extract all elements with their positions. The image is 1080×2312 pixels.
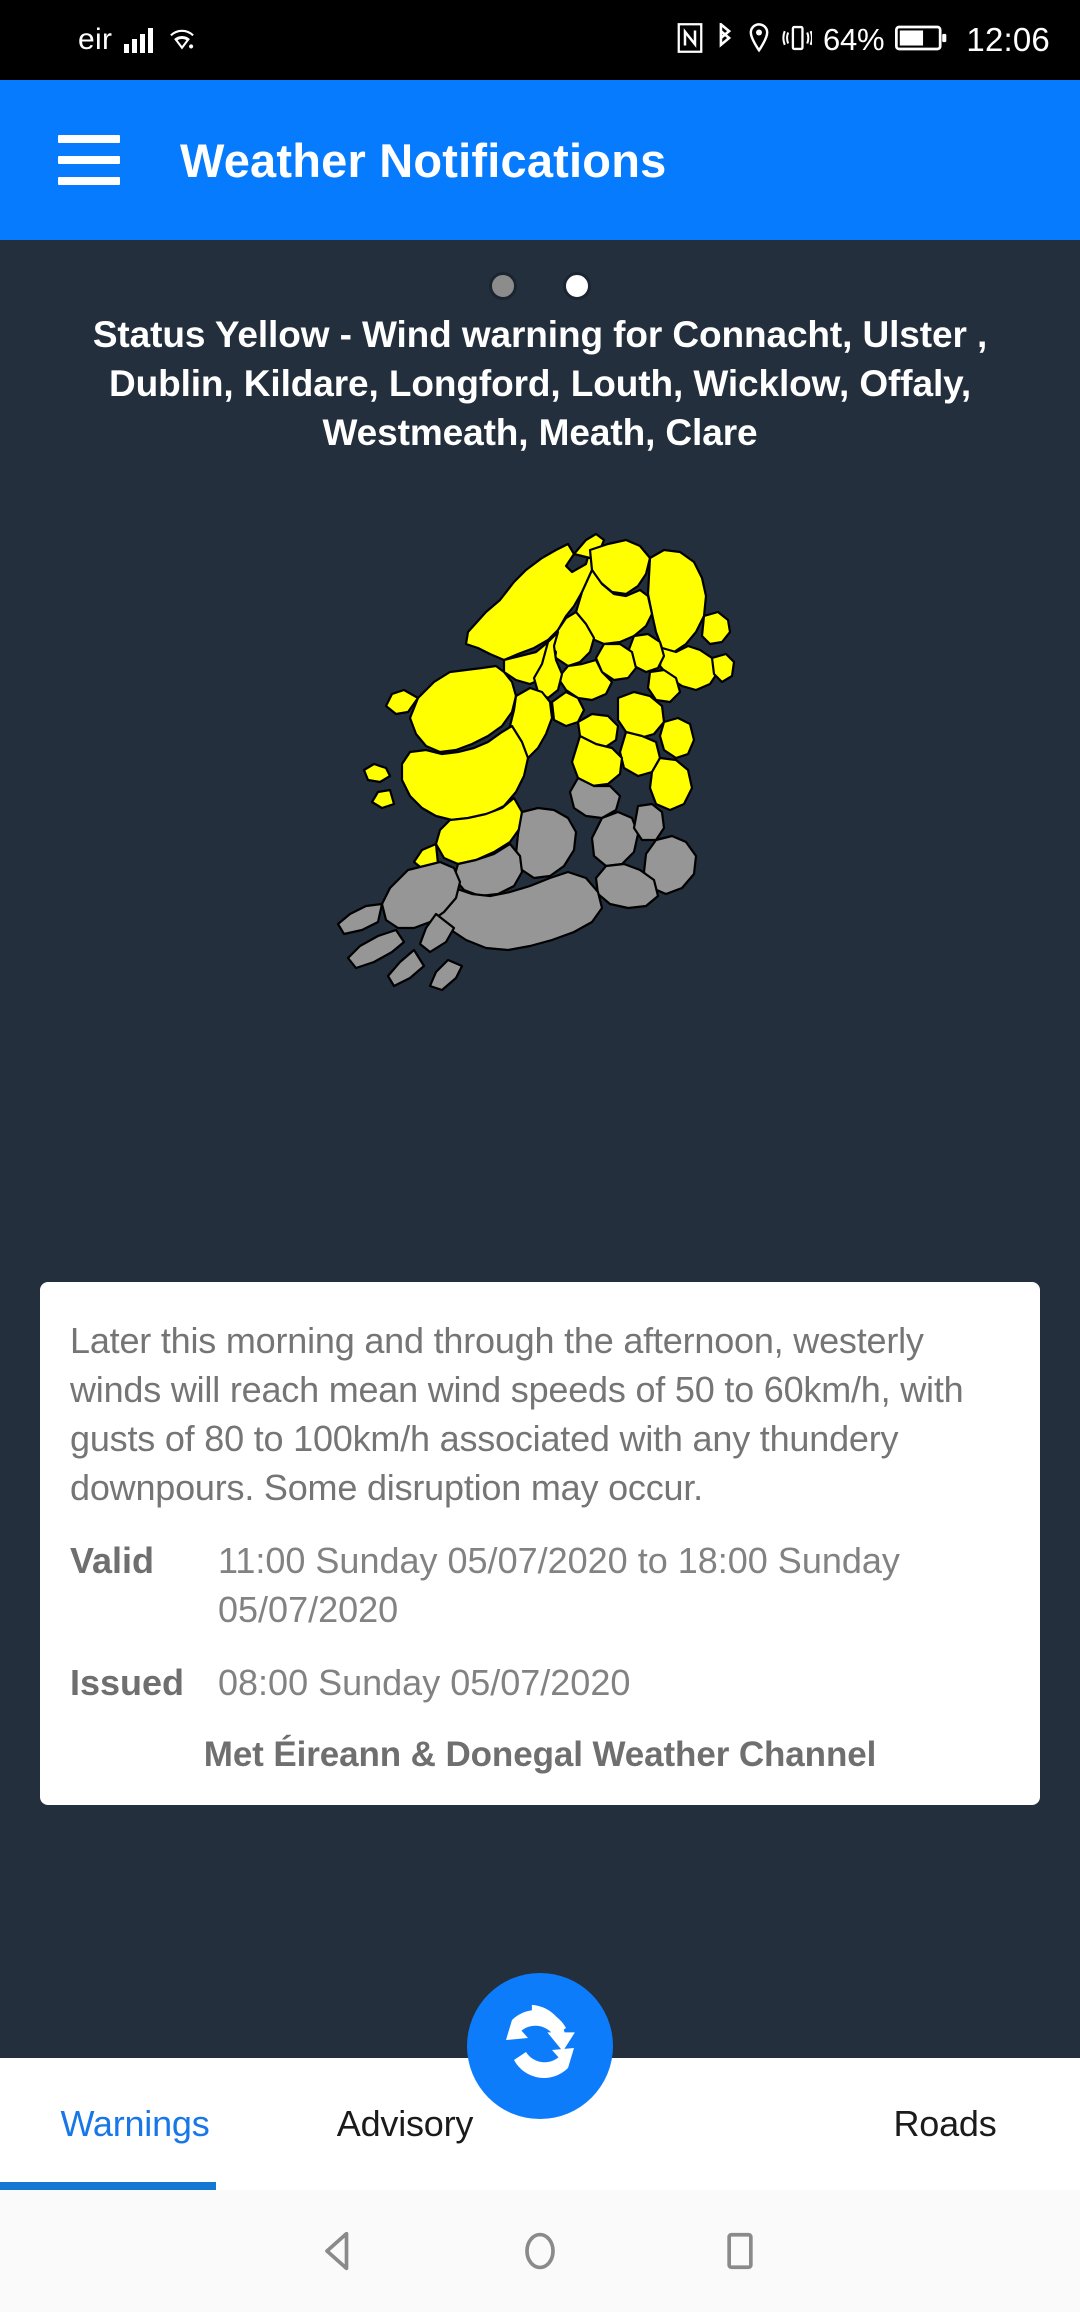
refresh-icon bbox=[490, 1994, 590, 2099]
app-bar: Weather Notifications bbox=[0, 80, 1080, 240]
source-attribution: Met Éireann & Donegal Weather Channel bbox=[203, 1735, 877, 1774]
vibrate-icon bbox=[782, 23, 813, 58]
tab-roads[interactable]: Roads bbox=[810, 2103, 1080, 2145]
warning-detail-card: Later this morning and through the after… bbox=[40, 1282, 1040, 1805]
nfc-icon bbox=[677, 22, 703, 58]
hamburger-menu-icon[interactable] bbox=[58, 135, 120, 185]
ireland-warning-map bbox=[0, 510, 1080, 1150]
carrier-label: eir bbox=[78, 23, 113, 56]
page-title: Weather Notifications bbox=[180, 133, 667, 187]
status-bar-left: eir bbox=[78, 23, 199, 57]
battery-percent: 64% bbox=[822, 22, 885, 57]
issued-value: 08:00 Sunday 05/07/2020 bbox=[218, 1662, 631, 1703]
refresh-fab-button[interactable] bbox=[467, 1973, 613, 2119]
warning-body-text: Later this morning and through the after… bbox=[70, 1320, 964, 1508]
wifi-icon bbox=[165, 25, 199, 56]
clock-label: 12:06 bbox=[966, 21, 1050, 58]
issued-label: Issued bbox=[70, 1662, 185, 1703]
app-root: eir 64% 12:06 Weather Notifications Stat… bbox=[0, 0, 1080, 2312]
signal-icon bbox=[124, 27, 154, 53]
pager-dot-2[interactable] bbox=[563, 272, 591, 300]
status-bar-right: 64% 12:06 bbox=[677, 0, 1050, 80]
status-bar: eir 64% 12:06 bbox=[0, 0, 1080, 80]
pager-dots bbox=[0, 272, 1080, 300]
valid-value: 11:00 Sunday 05/07/2020 to 18:00 Sunday … bbox=[218, 1540, 900, 1630]
issued-row: Issued 08:00 Sunday 05/07/2020 bbox=[70, 1658, 1010, 1707]
warning-headline: Status Yellow - Wind warning for Connach… bbox=[92, 314, 988, 453]
battery-icon bbox=[895, 24, 947, 57]
tab-warnings[interactable]: Warnings bbox=[0, 2103, 270, 2145]
active-tab-indicator bbox=[0, 2182, 216, 2190]
back-icon[interactable] bbox=[240, 2225, 440, 2277]
bluetooth-icon bbox=[714, 21, 736, 58]
recents-icon[interactable] bbox=[640, 2225, 840, 2277]
ireland-map-svg bbox=[336, 532, 736, 992]
location-icon bbox=[747, 22, 771, 58]
tab-advisory[interactable]: Advisory bbox=[270, 2103, 540, 2145]
android-navigation-bar bbox=[0, 2190, 1080, 2312]
pager-dot-1[interactable] bbox=[489, 272, 517, 300]
home-icon[interactable] bbox=[440, 2225, 640, 2277]
valid-label: Valid bbox=[70, 1540, 155, 1581]
valid-row: Valid 11:00 Sunday 05/07/2020 to 18:00 S… bbox=[70, 1536, 1010, 1634]
